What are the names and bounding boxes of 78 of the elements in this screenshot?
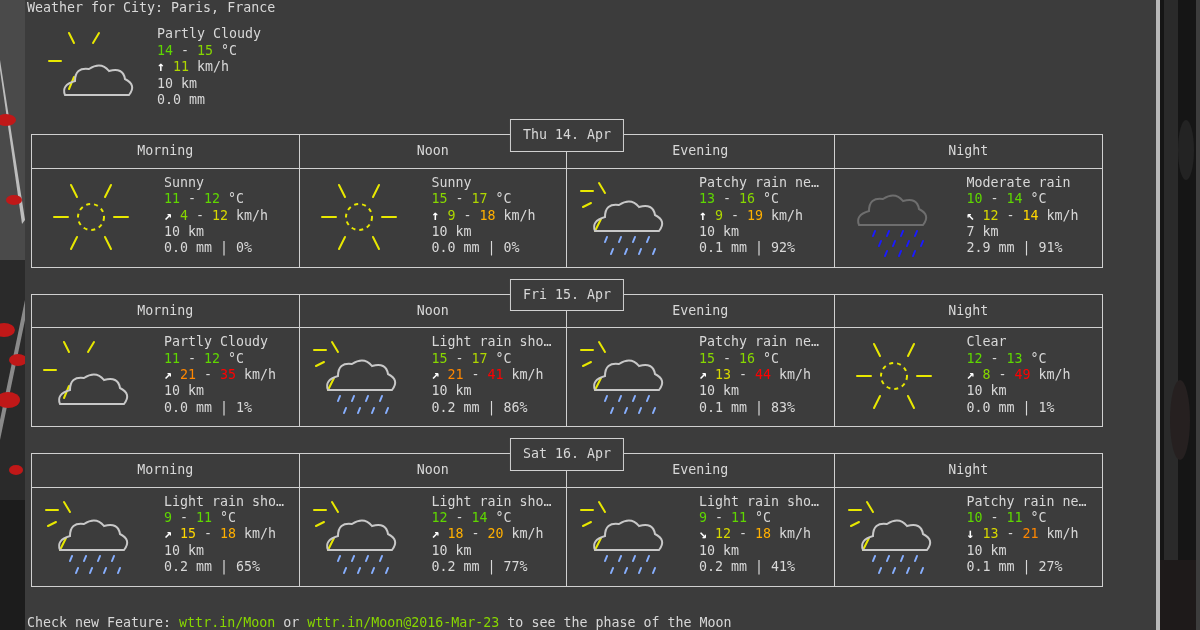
condition-text: Patchy rain ne…	[699, 334, 820, 351]
temperature-text: 11 - 12 °C	[164, 350, 246, 368]
condition-text: Moderate rain	[966, 174, 1072, 192]
temperature-text: 15 - 16 °C	[699, 350, 781, 368]
precipitation-text: 0.2 mm | 86%	[431, 399, 529, 417]
wind-text: ↘ 12 - 18 km/h	[699, 526, 813, 543]
visibility-text: 10 km	[431, 224, 473, 241]
page-title: Weather for City: Paris, France	[27, 0, 277, 17]
wind-text: ↑ 9 - 19 km/h	[699, 207, 805, 225]
wind-text: ↗ 13 - 44 km/h	[699, 367, 813, 384]
visibility-text: 10 km	[157, 75, 199, 93]
column-header: Night	[834, 294, 1102, 329]
wind-text: ↑ 9 - 18 km/h	[431, 207, 536, 225]
footer-text: to see the phase of the Moon	[506, 614, 732, 630]
moon-link[interactable]: wttr.in/Moon@2016-Mar-23	[307, 614, 500, 630]
temperature-text: 12 - 13 °C	[966, 350, 1048, 368]
wind-text: ↗ 15 - 18 km/h	[164, 526, 278, 543]
precipitation-text: 0.2 mm | 41%	[699, 559, 797, 576]
temperature-text: 15 - 17 °C	[431, 191, 513, 208]
precipitation-text: 2.9 mm | 91%	[966, 240, 1064, 257]
visibility-text: 10 km	[699, 542, 741, 560]
precipitation-text: 0.0 mm | 0%	[164, 240, 254, 257]
visibility-text: 10 km	[966, 383, 1008, 400]
temperature-text: 9 - 11 °C	[699, 510, 773, 527]
visibility-text: 10 km	[164, 224, 206, 241]
wind-text: ↖ 12 - 14 km/h	[966, 207, 1079, 225]
visibility-text: 10 km	[164, 383, 206, 400]
visibility-text: 10 km	[699, 383, 741, 400]
temperature-text: 9 - 11 °C	[164, 510, 238, 527]
visibility-text: 10 km	[164, 542, 206, 560]
footer-text: Check new Feature:	[27, 614, 173, 630]
temperature-text: 12 - 14 °C	[431, 510, 513, 527]
precipitation-text: 0.1 mm | 83%	[699, 399, 797, 417]
wind-text: ↑ 11 km/h	[157, 59, 231, 76]
condition-text: Partly Cloudy	[157, 26, 262, 43]
column-header: Night	[834, 454, 1102, 488]
footer-text: or	[282, 614, 301, 630]
temperature-text: 10 - 11 °C	[966, 510, 1048, 527]
temperature-text: 13 - 16 °C	[699, 191, 781, 208]
condition-text: Sunny	[431, 174, 473, 192]
precipitation-text: 0.0 mm | 0%	[431, 240, 521, 257]
visibility-text: 10 km	[966, 542, 1008, 560]
visibility-text: 10 km	[699, 224, 741, 241]
temperature-text: 14 - 15 °C	[157, 42, 239, 60]
condition-text: Light rain sho…	[164, 493, 285, 511]
visibility-text: 10 km	[431, 542, 473, 560]
precipitation-text: 0.1 mm | 27%	[966, 559, 1064, 576]
precipitation-text: 0.2 mm | 65%	[164, 559, 262, 576]
wind-text: ↗ 8 - 49 km/h	[966, 367, 1071, 384]
column-header: Morning	[32, 294, 300, 329]
wind-text: ↗ 4 - 12 km/h	[164, 207, 269, 225]
condition-text: Light rain sho…	[699, 493, 820, 511]
visibility-text: 10 km	[431, 383, 473, 400]
precipitation-text: 0.0 mm	[157, 92, 207, 109]
date-label: Fri 15. Apr	[509, 278, 625, 312]
column-header: Morning	[32, 135, 300, 169]
condition-text: Sunny	[164, 174, 206, 192]
temperature-text: 11 - 12 °C	[164, 191, 246, 208]
precipitation-text: 0.0 mm | 1%	[966, 399, 1056, 417]
precipitation-text: 0.0 mm | 1%	[164, 399, 254, 417]
wind-text: ↗ 21 - 41 km/h	[431, 367, 545, 384]
precipitation-text: 0.2 mm | 77%	[431, 559, 529, 576]
temperature-text: 15 - 17 °C	[431, 350, 513, 368]
condition-text: Patchy rain ne…	[699, 174, 820, 192]
visibility-text: 7 km	[966, 224, 1000, 241]
column-header: Morning	[32, 454, 300, 488]
column-header: Night	[834, 135, 1102, 169]
condition-text: Light rain sho…	[431, 493, 552, 511]
condition-text: Clear	[966, 334, 1008, 351]
precipitation-text: 0.1 mm | 92%	[699, 240, 797, 257]
moon-link[interactable]: wttr.in/Moon	[179, 614, 276, 630]
condition-text: Partly Cloudy	[164, 334, 270, 351]
wind-text: ↗ 18 - 20 km/h	[431, 526, 545, 543]
condition-text: Light rain sho…	[431, 334, 552, 351]
wind-text: ↓ 13 - 21 km/h	[966, 526, 1080, 543]
condition-text: Patchy rain ne…	[966, 493, 1087, 511]
temperature-text: 10 - 14 °C	[966, 191, 1048, 208]
wind-text: ↗ 21 - 35 km/h	[164, 367, 277, 384]
